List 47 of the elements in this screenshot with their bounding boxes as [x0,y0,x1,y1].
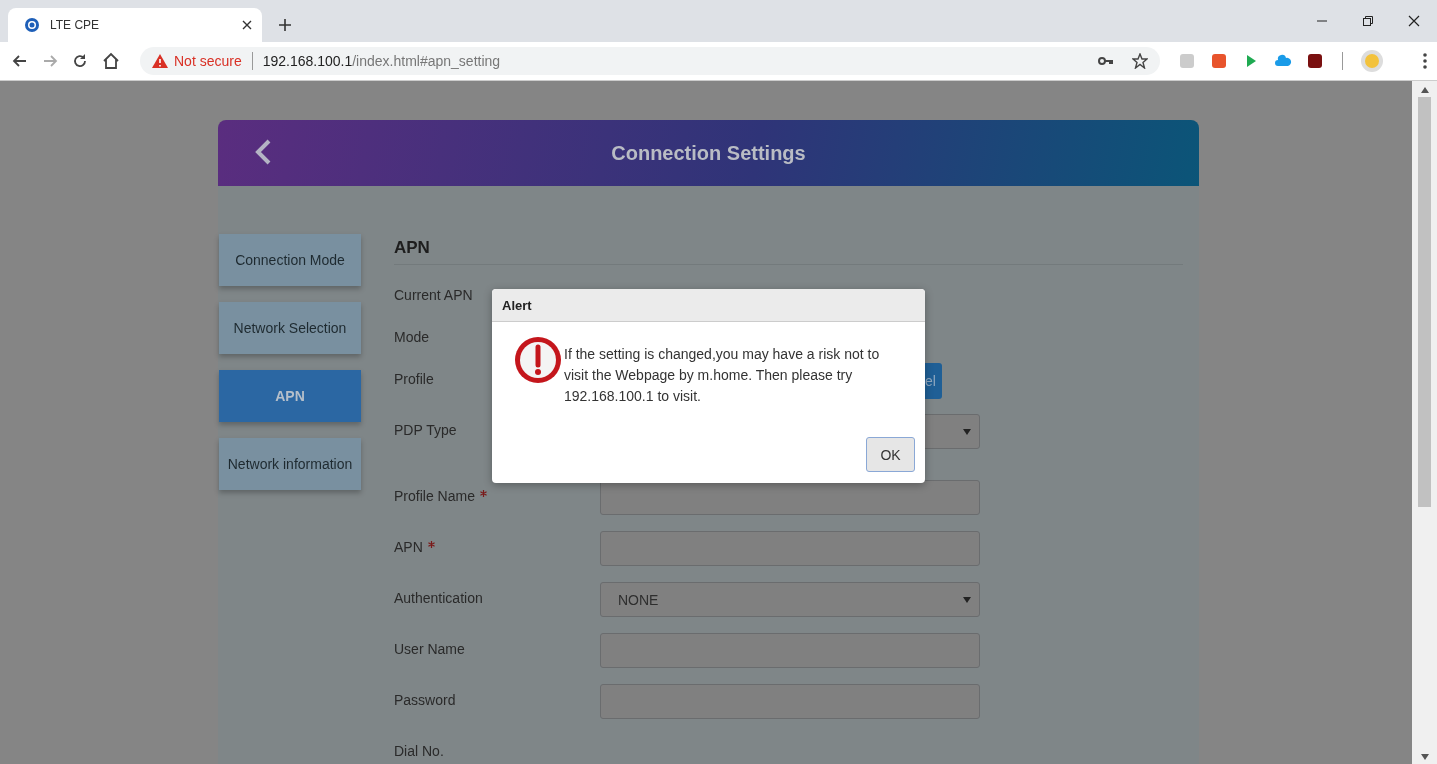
sidebar-item[interactable]: Network information [219,438,361,490]
globe-icon [24,17,40,33]
plus-icon[interactable] [278,18,292,32]
star-icon[interactable] [1132,53,1148,69]
warning-icon [152,54,168,68]
close-icon[interactable] [242,20,252,30]
section-title: APN [394,234,1183,265]
scroll-up-icon[interactable] [1420,87,1429,93]
menu-icon[interactable] [1423,53,1427,69]
field-label: Authentication [394,590,483,606]
field-label: Profile [394,371,434,387]
sidebar-item[interactable]: Connection Mode [219,234,361,286]
scrollbar[interactable] [1412,81,1437,764]
scroll-down-icon[interactable] [1420,754,1429,760]
field-label: Dial No. [394,743,444,759]
browser-tab[interactable]: LTE CPE [8,8,262,42]
ok-button[interactable]: OK [866,437,915,472]
field-label: User Name [394,641,465,657]
field-label: Mode [394,329,430,345]
page-title: Connection Settings [611,141,806,165]
sidebar-item[interactable]: APN [219,370,361,422]
dropdown-field[interactable]: NONE [600,582,980,617]
field-label: Current APN [394,287,473,303]
back-arrow-icon[interactable] [12,53,28,69]
security-label: Not secure [174,53,242,69]
text-field[interactable] [600,684,980,719]
home-icon[interactable] [102,52,120,70]
caret-icon [963,596,971,603]
back-icon[interactable] [254,138,272,166]
url-text: 192.168.100.1/index.html#apn_setting [262,53,501,69]
field-label: PDP Type [394,422,457,438]
address-bar[interactable]: Not secure 192.168.100.1/index.html#apn_setting [140,47,1160,75]
text-field[interactable] [600,480,980,515]
reload-icon[interactable] [72,53,88,69]
field-label: APN [394,539,423,555]
tab-title: LTE CPE [50,18,101,32]
caret-icon [963,428,971,435]
dialog-title: Alert [492,289,925,322]
field-label: Profile Name [394,488,475,504]
field-label: Password [394,692,456,708]
key-icon[interactable] [1098,56,1114,66]
text-field[interactable] [600,633,980,668]
alert-message: If the setting is changed,you may have a risk not to visit the Webpage by m.home. Then please try 192.168.100.1 to visit. [564,345,881,406]
sidebar-item[interactable]: Network Selection [219,302,361,354]
text-field[interactable] [600,531,980,566]
profile-button[interactable]: el [925,363,942,399]
exclamation-icon [514,336,562,384]
